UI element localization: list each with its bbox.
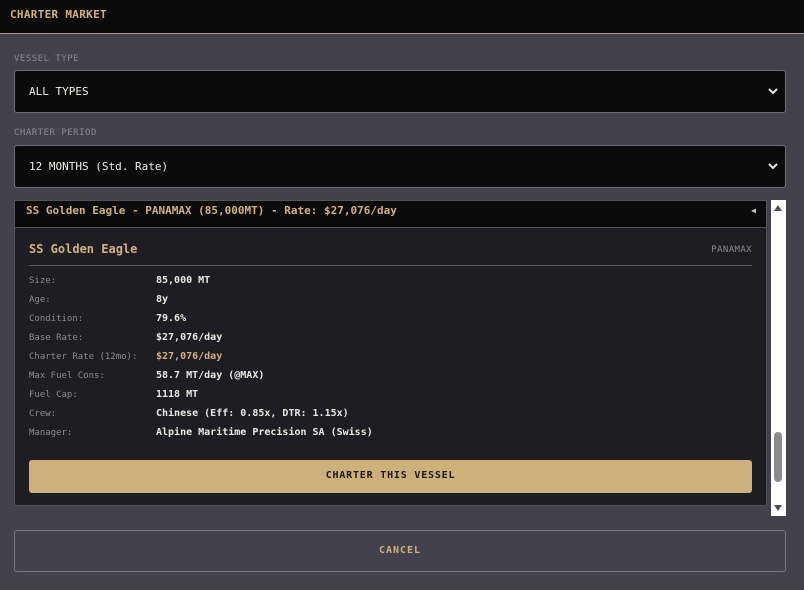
caret-left-icon: ◀ (751, 206, 756, 215)
cancel-button-label: CANCEL (378, 545, 422, 556)
spec-row-max-fuel-cons: Max Fuel Cons: 58.7 MT/day (@MAX) (29, 370, 752, 390)
vessel-name: SS Golden Eagle (29, 242, 138, 256)
scroll-down-arrow-icon[interactable] (774, 505, 782, 511)
scrollbar-thumb[interactable] (774, 432, 782, 482)
vessel-listbox[interactable]: SS Golden Eagle - PANAMAX (85,000MT) - R… (14, 200, 767, 506)
spec-key: Age: (29, 295, 51, 305)
spec-key: Max Fuel Cons: (29, 371, 105, 381)
chevron-down-icon (768, 88, 778, 95)
spec-row-condition: Condition: 79.6% (29, 313, 752, 333)
spec-row-crew: Crew: Chinese (Eff: 0.85x, DTR: 1.15x) (29, 408, 752, 428)
spec-key: Charter Rate (12mo): (29, 352, 138, 362)
spec-value: 8y (156, 294, 169, 305)
chevron-down-icon (768, 163, 778, 170)
scroll-up-arrow-icon[interactable] (774, 205, 782, 211)
spec-row-charter-rate: Charter Rate (12mo): $27,076/day (29, 351, 752, 371)
vessel-type-select[interactable]: ALL TYPES (14, 70, 786, 113)
charter-period-select[interactable]: 12 MONTHS (Std. Rate) (14, 145, 786, 188)
listbox-scrollbar[interactable] (771, 200, 786, 516)
spec-value: 1118 MT (156, 389, 199, 400)
spec-value: $27,076/day (156, 332, 223, 343)
spec-row-size: Size: 85,000 MT (29, 275, 752, 295)
title-bar: CHARTER MARKET (0, 0, 804, 34)
spec-value: 58.7 MT/day (@MAX) (156, 370, 265, 381)
spec-key: Manager: (29, 428, 73, 438)
charter-vessel-button[interactable]: CHARTER THIS VESSEL (29, 460, 752, 493)
spec-row-fuel-cap: Fuel Cap: 1118 MT (29, 389, 752, 409)
selected-vessel-option-label: SS Golden Eagle - PANAMAX (85,000MT) - R… (26, 204, 397, 217)
spec-value: 79.6% (156, 313, 187, 324)
cancel-button[interactable]: CANCEL (14, 530, 786, 572)
spec-value: Alpine Maritime Precision SA (Swiss) (156, 427, 373, 438)
divider (29, 265, 752, 266)
spec-row-age: Age: 8y (29, 294, 752, 314)
window-title: CHARTER MARKET (10, 8, 107, 21)
spec-value: 85,000 MT (156, 275, 211, 286)
selected-vessel-option[interactable]: SS Golden Eagle - PANAMAX (85,000MT) - R… (15, 201, 766, 228)
charter-period-label: CHARTER PERIOD (14, 128, 97, 138)
spec-key: Fuel Cap: (29, 390, 78, 400)
spec-value: $27,076/day (156, 351, 223, 362)
spec-value: Chinese (Eff: 0.85x, DTR: 1.15x) (156, 408, 349, 419)
spec-key: Base Rate: (29, 333, 84, 343)
vessel-type-value: ALL TYPES (29, 85, 89, 98)
spec-key: Size: (29, 276, 57, 286)
spec-key: Crew: (29, 409, 57, 419)
charter-vessel-button-label: CHARTER THIS VESSEL (325, 470, 456, 481)
spec-key: Condition: (29, 314, 84, 324)
vessel-class-badge: PANAMAX (711, 245, 752, 255)
vessel-type-label: VESSEL TYPE (14, 54, 80, 64)
spec-row-manager: Manager: Alpine Maritime Precision SA (S… (29, 427, 752, 447)
spec-row-base-rate: Base Rate: $27,076/day (29, 332, 752, 352)
charter-period-value: 12 MONTHS (Std. Rate) (29, 160, 169, 173)
